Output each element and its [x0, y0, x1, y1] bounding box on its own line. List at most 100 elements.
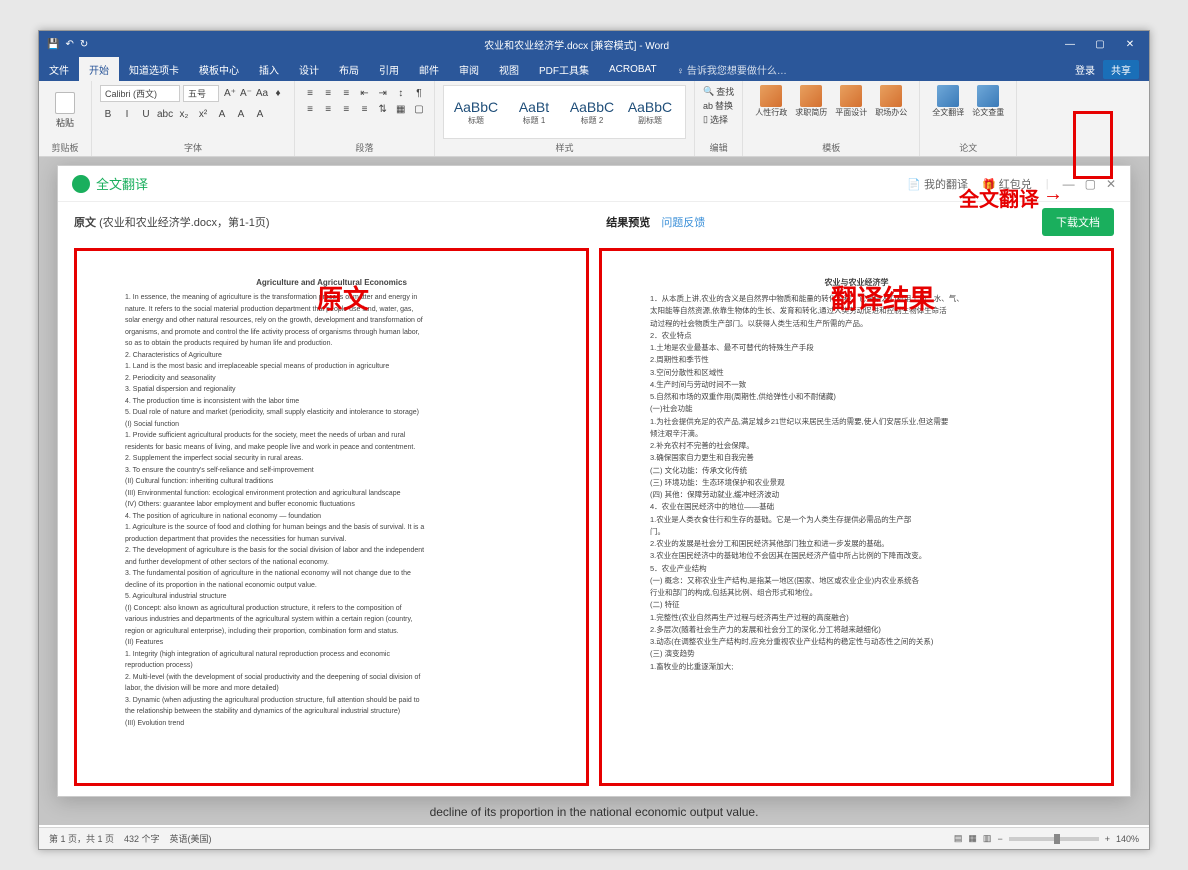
font-btn[interactable]: x₂ [176, 106, 192, 122]
addin-平面设计[interactable]: 平面设计 [831, 85, 871, 118]
font-btn[interactable]: A⁺ [222, 86, 238, 102]
dialog-maximize[interactable]: ▢ [1085, 177, 1096, 191]
doc-line: 1. Land is the most basic and irreplacea… [125, 362, 538, 373]
font-btn[interactable]: A [214, 106, 230, 122]
ribbon-tab-8[interactable]: 邮件 [409, 57, 449, 81]
doc-line: 太阳能等自然资源,依靠生物体的生长、发育和转化,通过人类劳动促进和控制生物体生命… [650, 305, 1063, 316]
style-item[interactable]: AaBt标题 1 [506, 90, 562, 134]
show-marks[interactable]: ¶ [412, 85, 426, 101]
addin-全文翻译[interactable]: 全文翻译 [928, 85, 968, 118]
status-word-count[interactable]: 432 个字 [124, 832, 160, 845]
align-justify[interactable]: ≡ [357, 101, 371, 117]
align-right[interactable]: ≡ [339, 101, 353, 117]
ribbon-tab-4[interactable]: 插入 [249, 57, 289, 81]
ribbon-tab-0[interactable]: 文件 [39, 57, 79, 81]
styles-gallery[interactable]: AaBbC标题AaBt标题 1AaBbC标题 2AaBbC副标题 [443, 85, 686, 139]
ribbon-tab-7[interactable]: 引用 [369, 57, 409, 81]
ribbon-tab-12[interactable]: ACROBAT [599, 57, 667, 81]
doc-line: solar energy and other natural resources… [125, 316, 538, 327]
font-btn[interactable]: x² [195, 106, 211, 122]
view-print[interactable]: ▦ [968, 833, 977, 844]
font-btn[interactable]: B [100, 106, 116, 122]
ribbon-tab-2[interactable]: 知道选项卡 [119, 57, 189, 81]
ribbon-tab-11[interactable]: PDF工具集 [529, 57, 599, 81]
window-maximize[interactable]: ▢ [1087, 39, 1113, 50]
status-language[interactable]: 英语(美国) [170, 832, 212, 845]
list-bullets[interactable]: ≡ [303, 85, 317, 101]
ribbon-tab-5[interactable]: 设计 [289, 57, 329, 81]
list-multi[interactable]: ≡ [339, 85, 353, 101]
my-translations-link[interactable]: 📄 我的翻译 [907, 176, 968, 192]
doc-line: 2．农业特点 [650, 330, 1063, 341]
list-numbers[interactable]: ≡ [321, 85, 335, 101]
style-item[interactable]: AaBbC标题 2 [564, 90, 620, 134]
tell-me[interactable]: ♀ 告诉我您想要做什么… [677, 57, 787, 81]
view-web[interactable]: ▥ [983, 833, 992, 844]
indent-dec[interactable]: ⇤ [357, 85, 371, 101]
style-item[interactable]: AaBbC标题 [448, 90, 504, 134]
font-btn[interactable]: U [138, 106, 154, 122]
bonus-link[interactable]: 🎁 红包兑 [982, 176, 1032, 192]
zoom-slider[interactable] [1009, 837, 1099, 841]
addin-论文查重[interactable]: 论文查重 [968, 85, 1008, 118]
align-left[interactable]: ≡ [303, 101, 317, 117]
sort[interactable]: ↕ [394, 85, 408, 101]
font-btn[interactable]: A [233, 106, 249, 122]
doc-line: 1. Integrity (high integration of agricu… [125, 650, 538, 661]
style-item[interactable]: AaBbC副标题 [622, 90, 678, 134]
download-button[interactable]: 下载文档 [1042, 208, 1114, 236]
view-read[interactable]: ▤ [954, 833, 963, 844]
original-pane: Agriculture and Agricultural Economics 1… [74, 248, 589, 786]
doc-line: 4.生产时间与劳动时间不一致 [650, 379, 1063, 390]
doc-line: 2. The development of agriculture is the… [125, 546, 538, 557]
font-size-select[interactable]: 五号 [183, 85, 219, 102]
addin-人性行政[interactable]: 人性行政 [751, 85, 791, 118]
font-name-select[interactable]: Calibri (西文) [100, 85, 180, 102]
feedback-link[interactable]: 问题反馈 [661, 217, 705, 229]
window-minimize[interactable]: — [1057, 39, 1083, 50]
ribbon-tab-10[interactable]: 视图 [489, 57, 529, 81]
group-paragraph: ≡≡≡⇤⇥↕¶ ≡≡≡≡⇅▦▢ 段落 [295, 81, 435, 156]
ribbon-tab-9[interactable]: 审阅 [449, 57, 489, 81]
indent-inc[interactable]: ⇥ [376, 85, 390, 101]
zoom-in[interactable]: + [1105, 834, 1110, 844]
group-styles: AaBbC标题AaBt标题 1AaBbC标题 2AaBbC副标题 样式 [435, 81, 695, 156]
doc-line: (II) Cultural function: inheriting cultu… [125, 477, 538, 488]
align-center[interactable]: ≡ [321, 101, 335, 117]
group-clipboard: 粘贴 剪贴板 [39, 81, 92, 156]
find-button[interactable]: 🔍 查找 [703, 85, 734, 98]
line-spacing[interactable]: ⇅ [376, 101, 390, 117]
font-btn[interactable]: Aa [254, 86, 270, 102]
font-btn[interactable]: I [119, 106, 135, 122]
font-btn[interactable]: ♦ [270, 86, 286, 102]
dialog-minimize[interactable]: — [1063, 177, 1075, 191]
addin-求职简历[interactable]: 求职简历 [791, 85, 831, 118]
zoom-out[interactable]: − [997, 834, 1002, 844]
share-button[interactable]: 共享 [1103, 60, 1139, 79]
font-btn[interactable]: A [252, 106, 268, 122]
ribbon-tab-1[interactable]: 开始 [79, 57, 119, 81]
background-document-text: decline of its proportion in the nationa… [39, 805, 1149, 819]
login-button[interactable]: 登录 [1075, 62, 1095, 77]
ribbon-tab-6[interactable]: 布局 [329, 57, 369, 81]
dialog-info-bar: 原文 (农业和农业经济学.docx，第1-1页) 结果预览 问题反馈 下载文档 [58, 202, 1130, 242]
font-btn[interactable]: abc [157, 106, 173, 122]
statusbar: 第 1 页，共 1 页 432 个字 英语(美国) ▤ ▦ ▥ − + 140% [39, 827, 1149, 849]
qat-save[interactable]: 💾 [47, 39, 59, 50]
qat-undo[interactable]: ↶ [65, 39, 73, 50]
select-button[interactable]: ▯ 选择 [703, 113, 734, 126]
addin-职场办公[interactable]: 职场办公 [871, 85, 911, 118]
replace-button[interactable]: ab 替换 [703, 99, 734, 112]
paste-button[interactable]: 粘贴 [47, 85, 83, 135]
shading[interactable]: ▦ [394, 101, 408, 117]
status-page[interactable]: 第 1 页，共 1 页 [49, 832, 114, 845]
font-btn[interactable]: A⁻ [238, 86, 254, 102]
doc-line: residents for basic means of living, and… [125, 443, 538, 454]
borders[interactable]: ▢ [412, 101, 426, 117]
doc-line: 1. Agriculture is the source of food and… [125, 523, 538, 534]
zoom-level[interactable]: 140% [1116, 834, 1139, 844]
qat-redo[interactable]: ↻ [80, 39, 88, 50]
window-close[interactable]: ✕ [1117, 39, 1143, 50]
ribbon-tab-3[interactable]: 模板中心 [189, 57, 249, 81]
dialog-close[interactable]: ✕ [1106, 177, 1116, 191]
